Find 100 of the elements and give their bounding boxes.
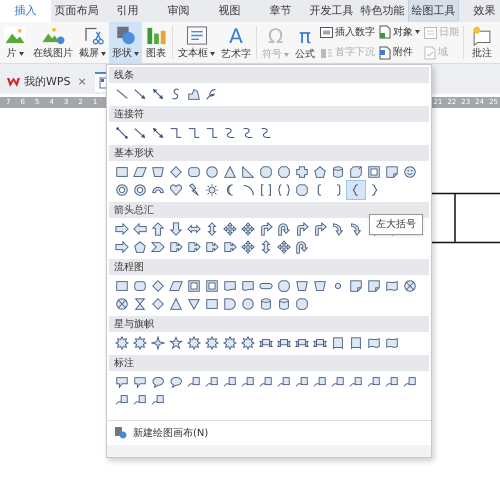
arrow-down-icon[interactable] bbox=[169, 222, 183, 236]
ribbon-button[interactable]: 在线图片 bbox=[30, 22, 76, 63]
brace-pair-icon[interactable] bbox=[277, 183, 291, 197]
ribbon-button[interactable]: 形状 bbox=[109, 22, 142, 63]
heart-icon[interactable] bbox=[169, 183, 183, 197]
line-callout-icon[interactable] bbox=[385, 375, 399, 389]
octagon-icon[interactable] bbox=[277, 279, 291, 293]
ribbon-tab[interactable]: 特色功能 bbox=[357, 0, 408, 22]
double-arrow-line-icon[interactable] bbox=[151, 126, 165, 140]
arc-icon[interactable] bbox=[241, 183, 255, 197]
line-callout-icon[interactable] bbox=[403, 375, 417, 389]
line-callout-icon[interactable] bbox=[187, 375, 201, 389]
sun-icon[interactable] bbox=[205, 183, 219, 197]
cylinder-icon[interactable] bbox=[331, 165, 345, 179]
connector-icon[interactable] bbox=[115, 126, 129, 140]
document-shape-icon[interactable] bbox=[241, 279, 255, 293]
donut-icon[interactable] bbox=[115, 183, 129, 197]
starburst-icon[interactable] bbox=[187, 336, 201, 350]
document-tab[interactable]: 我的WPS bbox=[24, 74, 70, 90]
folded-corner-icon[interactable] bbox=[349, 279, 363, 293]
line-callout-icon[interactable] bbox=[367, 375, 381, 389]
line-callout-icon[interactable] bbox=[331, 375, 345, 389]
four-way-arrow-icon[interactable] bbox=[223, 222, 237, 236]
ribbon-button[interactable]: 截屏 bbox=[76, 22, 109, 63]
bent-arrow-icon[interactable] bbox=[259, 222, 273, 236]
parallelogram-icon[interactable] bbox=[169, 279, 183, 293]
arrow-callout-icon[interactable] bbox=[187, 240, 201, 254]
starburst-icon[interactable] bbox=[133, 336, 147, 350]
rectangle-icon[interactable] bbox=[115, 279, 129, 293]
line-callout-icon[interactable] bbox=[223, 375, 237, 389]
rectangle-icon[interactable] bbox=[115, 165, 129, 179]
octagon-icon[interactable] bbox=[295, 183, 309, 197]
hourglass-icon[interactable] bbox=[133, 297, 147, 311]
cross-icon[interactable] bbox=[295, 165, 309, 179]
ribbon-small-button[interactable]: 对象 bbox=[379, 24, 420, 40]
ribbon-tab[interactable]: 章节 bbox=[255, 0, 306, 22]
u-turn-arrow-icon[interactable] bbox=[277, 222, 291, 236]
ellipse-icon[interactable] bbox=[205, 165, 219, 179]
four-way-arrow-icon[interactable] bbox=[241, 240, 255, 254]
octagon-icon[interactable] bbox=[277, 165, 291, 179]
delay-shape-icon[interactable] bbox=[223, 297, 237, 311]
ribbon-icon[interactable] bbox=[295, 336, 309, 350]
curved-arrow-icon[interactable] bbox=[331, 222, 345, 236]
double-arrow-icon[interactable] bbox=[259, 240, 273, 254]
starburst-icon[interactable] bbox=[205, 336, 219, 350]
line-callout-icon[interactable] bbox=[259, 375, 273, 389]
ribbon-button[interactable]: π 公式 bbox=[292, 22, 318, 63]
line-callout-icon[interactable] bbox=[313, 375, 327, 389]
pentagon-icon[interactable] bbox=[133, 240, 147, 254]
document-shape-icon[interactable] bbox=[223, 279, 237, 293]
frame-icon[interactable] bbox=[367, 165, 381, 179]
circle-cross-icon[interactable] bbox=[403, 279, 417, 293]
star-icon[interactable] bbox=[169, 336, 183, 350]
arrow-callout-icon[interactable] bbox=[205, 240, 219, 254]
ribbon-button[interactable]: A 艺术字 bbox=[218, 22, 254, 63]
wave-icon[interactable] bbox=[367, 336, 381, 350]
double-arrow-line-icon[interactable] bbox=[151, 87, 165, 101]
freeform-icon[interactable] bbox=[187, 87, 201, 101]
frame-icon[interactable] bbox=[187, 279, 201, 293]
ribbon-tab[interactable]: 视图 bbox=[204, 0, 255, 22]
triangle-icon[interactable] bbox=[187, 297, 201, 311]
ribbon-tab[interactable]: 效果 bbox=[459, 0, 500, 22]
ribbon-tab[interactable]: 页面布局 bbox=[51, 0, 102, 22]
right-triangle-icon[interactable] bbox=[241, 165, 255, 179]
trapezoid-icon[interactable] bbox=[313, 279, 327, 293]
triangle-icon[interactable] bbox=[169, 297, 183, 311]
line-callout-icon[interactable] bbox=[295, 375, 309, 389]
arrow-up-icon[interactable] bbox=[151, 222, 165, 236]
scroll-icon[interactable] bbox=[331, 336, 345, 350]
ribbon-tab[interactable]: 开发工具 bbox=[306, 0, 357, 22]
speech-bubble-icon[interactable] bbox=[151, 375, 165, 389]
elbow-connector-icon[interactable] bbox=[187, 126, 201, 140]
diamond-icon[interactable] bbox=[151, 279, 165, 293]
four-way-arrow-icon[interactable] bbox=[241, 222, 255, 236]
curved-arrow-icon[interactable] bbox=[349, 222, 363, 236]
octagon-icon[interactable] bbox=[295, 297, 309, 311]
ribbon-button[interactable]: 批注 bbox=[466, 22, 498, 63]
folded-corner-icon[interactable] bbox=[385, 165, 399, 179]
arrow-callout-icon[interactable] bbox=[169, 240, 183, 254]
curved-connector-icon[interactable] bbox=[259, 126, 273, 140]
ribbon-button[interactable]: 文本框 bbox=[175, 22, 218, 63]
cube-icon[interactable] bbox=[349, 165, 363, 179]
ribbon-tab[interactable]: 插入 bbox=[0, 0, 51, 22]
chevron-icon[interactable] bbox=[151, 240, 165, 254]
arrow-line-icon[interactable] bbox=[133, 126, 147, 140]
close-tab-button[interactable]: × bbox=[74, 74, 90, 90]
donut-icon[interactable] bbox=[133, 183, 147, 197]
starburst-icon[interactable] bbox=[241, 336, 255, 350]
speech-bubble-icon[interactable] bbox=[133, 375, 147, 389]
ribbon-tab[interactable]: 绘图工具 bbox=[408, 0, 459, 22]
diamond-icon[interactable] bbox=[169, 165, 183, 179]
trapezoid-icon[interactable] bbox=[151, 165, 165, 179]
ribbon-small-button[interactable]: 插入数字 bbox=[320, 24, 375, 40]
pentagon-icon[interactable] bbox=[313, 165, 327, 179]
u-turn-arrow-icon[interactable] bbox=[295, 240, 309, 254]
triangle-icon[interactable] bbox=[223, 165, 237, 179]
speech-bubble-icon[interactable] bbox=[169, 375, 183, 389]
line-callout-icon[interactable] bbox=[115, 393, 129, 407]
speech-bubble-icon[interactable] bbox=[115, 375, 129, 389]
trapezoid-icon[interactable] bbox=[295, 279, 309, 293]
